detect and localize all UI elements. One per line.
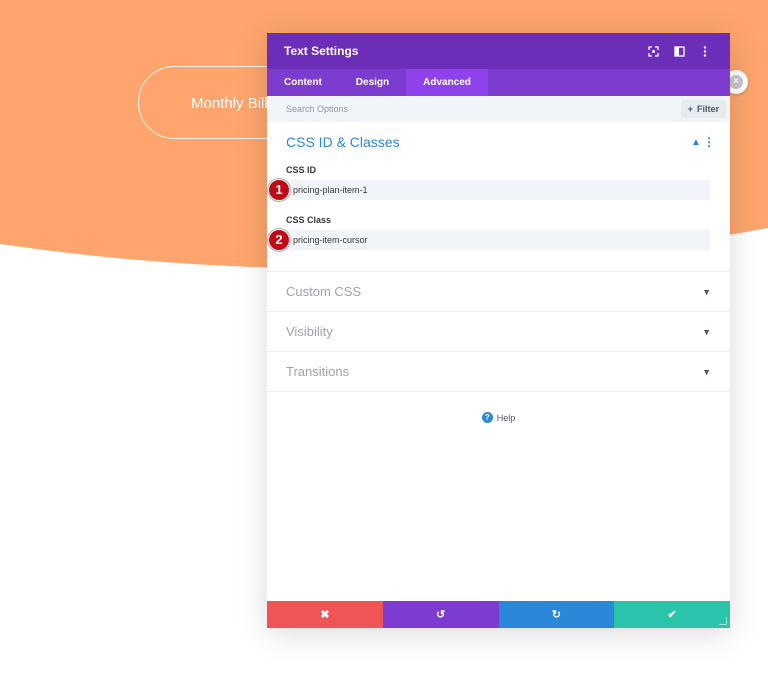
- css-id-row: 1: [268, 179, 711, 201]
- text-settings-modal: Text Settings Content Design Advanced + …: [267, 33, 730, 628]
- filter-label: Filter: [696, 104, 719, 114]
- modal-title: Text Settings: [284, 44, 359, 58]
- step-marker-1: 1: [268, 179, 290, 201]
- modal-header: Text Settings: [267, 33, 730, 69]
- undo-button[interactable]: ↺: [382, 601, 499, 628]
- visibility-title: Visibility: [286, 324, 333, 339]
- redo-icon: ↻: [551, 609, 561, 621]
- css-id-input[interactable]: [286, 180, 710, 200]
- split-view-icon[interactable]: [666, 41, 692, 61]
- css-section-header[interactable]: CSS ID & Classes ▲ ⋮: [286, 134, 715, 150]
- close-icon: ✖: [320, 609, 330, 621]
- css-class-input[interactable]: [286, 230, 710, 250]
- chevron-up-icon[interactable]: ▲: [689, 137, 703, 148]
- css-class-row: 2: [268, 229, 711, 251]
- custom-css-section[interactable]: Custom CSS ▼: [267, 272, 730, 312]
- transitions-section[interactable]: Transitions ▼: [267, 352, 730, 392]
- close-icon: ×: [729, 75, 743, 89]
- help-label: Help: [496, 412, 516, 423]
- chevron-down-icon: ▼: [702, 366, 711, 377]
- settings-tabs: Content Design Advanced: [267, 69, 730, 96]
- tab-advanced[interactable]: Advanced: [406, 69, 488, 96]
- chevron-down-icon: ▼: [702, 286, 711, 297]
- save-button[interactable]: ✔: [614, 601, 730, 628]
- checkmark-icon: ✔: [667, 609, 677, 621]
- more-options-icon[interactable]: [692, 41, 718, 61]
- css-section-title: CSS ID & Classes: [286, 134, 400, 150]
- step-marker-2: 2: [268, 229, 290, 251]
- visibility-section[interactable]: Visibility ▼: [267, 312, 730, 352]
- search-bar: + Filter: [267, 96, 730, 122]
- filter-button[interactable]: + Filter: [680, 100, 726, 118]
- css-id-label: CSS ID: [286, 165, 317, 175]
- custom-css-title: Custom CSS: [286, 284, 362, 299]
- css-class-label: CSS Class: [286, 215, 332, 225]
- help-icon: ?: [481, 412, 493, 423]
- redo-button[interactable]: ↻: [498, 601, 615, 628]
- undo-icon: ↺: [436, 609, 446, 621]
- section-options-icon[interactable]: ⋮: [703, 135, 715, 149]
- focus-icon[interactable]: [640, 41, 666, 61]
- resize-handle-icon[interactable]: [719, 617, 727, 625]
- chevron-down-icon: ▼: [702, 326, 711, 337]
- tab-content[interactable]: Content: [267, 69, 339, 96]
- help-link[interactable]: ? Help: [267, 412, 730, 423]
- css-id-classes-section: CSS ID & Classes ▲ ⋮ CSS ID 1 CSS Class …: [267, 122, 730, 272]
- transitions-title: Transitions: [286, 364, 350, 379]
- search-input[interactable]: [286, 104, 681, 114]
- discard-button[interactable]: ✖: [267, 601, 383, 628]
- modal-footer: ✖ ↺ ↻ ✔: [267, 601, 730, 628]
- plus-icon: +: [687, 104, 693, 114]
- tab-design[interactable]: Design: [339, 69, 406, 96]
